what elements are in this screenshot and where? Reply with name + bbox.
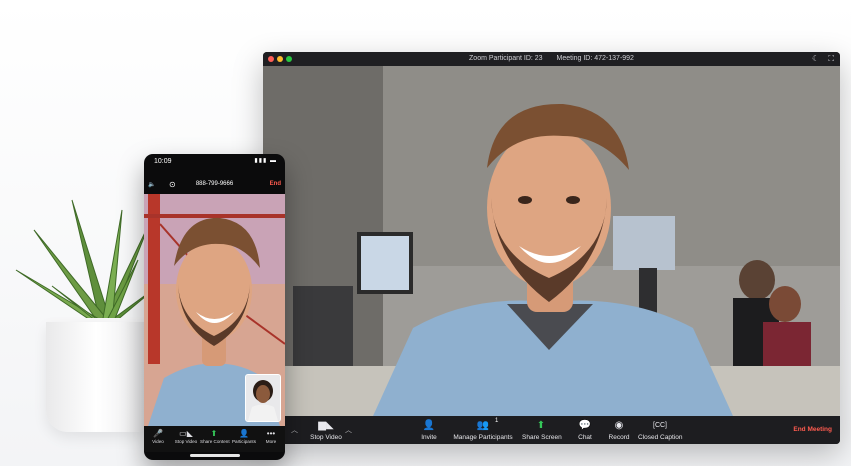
participants-icon: 👤 <box>239 429 249 438</box>
video-camera-icon: ▆◣ <box>318 420 334 431</box>
phone-video-button[interactable]: 🎤 Video <box>144 428 172 444</box>
add-user-icon: 👤 <box>422 420 436 431</box>
dark-mode-icon[interactable]: ☾ <box>812 54 819 63</box>
closed-caption-button[interactable]: [CC] Closed Caption <box>638 419 682 441</box>
record-icon: ◉ <box>614 420 624 431</box>
phone-video-feed <box>144 194 285 426</box>
main-participant-figure <box>373 103 733 416</box>
meeting-meta: Zoom Participant ID: 23 Meeting ID: 472-… <box>263 55 840 62</box>
participant-id: Zoom Participant ID: 23 <box>469 55 543 62</box>
more-icon: ••• <box>266 429 276 438</box>
stop-video-button[interactable]: ▆◣ Stop Video <box>309 419 343 441</box>
main-video-feed <box>263 66 840 416</box>
mobile-phone: 10:09 ▮▮▮ ▬ 🔈 ⊙ 888-799-9666 End 🎤 Video… <box>144 154 285 460</box>
meeting-toolbar: ︿ ▆◣ Stop Video ︿ 👤 Invite 👥 1 Manage Pa… <box>263 416 840 444</box>
phone-share-content-button[interactable]: ⬆ Share Content <box>200 428 230 444</box>
phone-stop-video-button[interactable]: ▭◣ Stop Video <box>172 428 200 444</box>
closed-caption-icon: [CC] <box>653 422 667 429</box>
desktop-meeting-window: Zoom Participant ID: 23 Meeting ID: 472-… <box>263 52 840 444</box>
fullscreen-icon[interactable]: ⛶ <box>828 54 834 63</box>
invite-button[interactable]: 👤 Invite <box>417 419 441 441</box>
self-view-figure <box>246 375 280 421</box>
participants-icon: 👥 <box>476 420 490 431</box>
chat-button[interactable]: 💬 Chat <box>577 419 593 441</box>
phone-status-bar: 10:09 ▮▮▮ ▬ <box>144 154 285 170</box>
meeting-id: Meeting ID: 472-137-992 <box>556 55 634 62</box>
phone-end-button[interactable]: End <box>270 181 281 187</box>
microphone-icon: 🎤 <box>153 429 163 438</box>
hero-scene: Zoom Participant ID: 23 Meeting ID: 472-… <box>0 0 851 466</box>
self-view-thumbnail[interactable] <box>245 374 281 422</box>
manage-participants-button[interactable]: 👥 1 Manage Participants <box>452 418 514 441</box>
phone-toolbar: 🎤 Video ▭◣ Stop Video ⬆ Share Content 👤 … <box>144 426 285 452</box>
home-indicator[interactable] <box>190 454 240 457</box>
window-titlebar: Zoom Participant ID: 23 Meeting ID: 472-… <box>263 52 840 66</box>
phone-more-button[interactable]: ••• More <box>257 428 285 444</box>
video-options-chevron-up-icon[interactable]: ︿ <box>345 425 352 435</box>
status-time: 10:09 <box>154 158 172 165</box>
share-screen-icon: ⬆ <box>536 420 546 431</box>
share-screen-button[interactable]: ⬆ Share Screen <box>522 419 562 441</box>
end-meeting-button[interactable]: End Meeting <box>793 426 832 433</box>
share-screen-icon: ⬆ <box>210 429 218 438</box>
phone-participants-button[interactable]: 👤 Participants <box>230 428 258 444</box>
participant-count: 1 <box>495 418 499 424</box>
record-button[interactable]: ◉ Record <box>608 419 630 441</box>
white-pot <box>46 322 158 432</box>
video-camera-icon: ▭◣ <box>179 429 193 438</box>
phone-meeting-number: 888-799-9666 <box>195 181 234 187</box>
chat-bubble-icon: 💬 <box>578 420 592 431</box>
signal-battery-icon: ▮▮▮ ▬ <box>254 158 277 164</box>
audio-options-chevron-up-icon[interactable]: ︿ <box>291 425 298 435</box>
potted-plant-illustration <box>10 190 160 452</box>
phone-call-bar: 🔈 ⊙ 888-799-9666 End <box>144 178 285 192</box>
